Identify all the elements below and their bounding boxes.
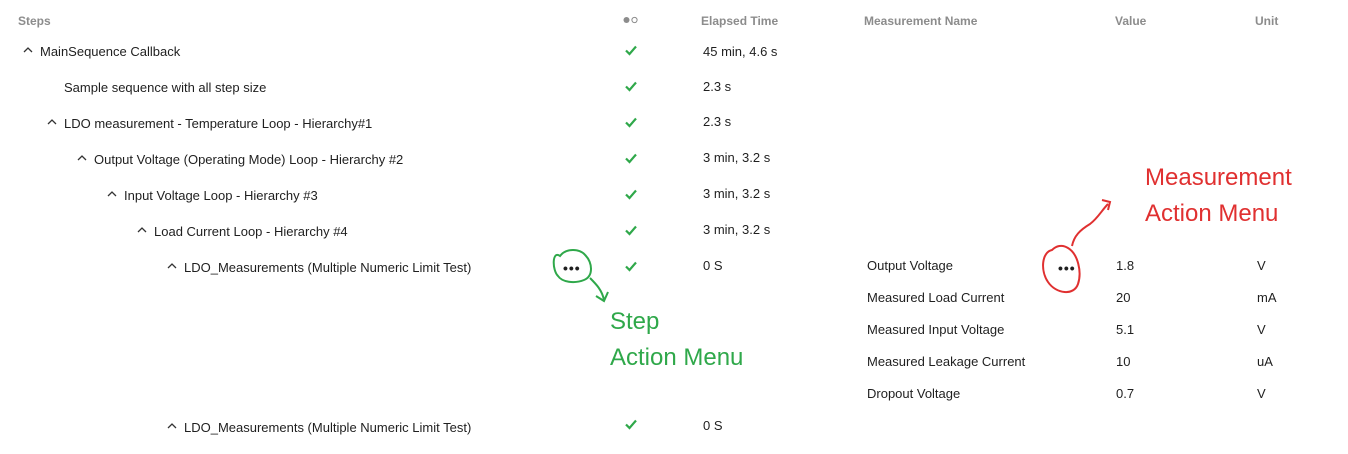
chevron-up-icon[interactable] bbox=[46, 116, 58, 128]
check-icon bbox=[625, 81, 637, 92]
measurement-unit: uA bbox=[1257, 354, 1273, 369]
check-icon bbox=[625, 261, 637, 272]
measurement-name: Dropout Voltage bbox=[867, 386, 961, 401]
measurement-unit: V bbox=[1257, 322, 1266, 337]
measurement-name: Output Voltage bbox=[867, 258, 954, 273]
step-label: LDO_Measurements (Multiple Numeric Limit… bbox=[184, 260, 472, 275]
elapsed-time: 0 S bbox=[703, 418, 723, 433]
step-label: LDO_Measurements (Multiple Numeric Limit… bbox=[184, 420, 472, 435]
check-icon bbox=[625, 153, 637, 164]
chevron-up-icon[interactable] bbox=[136, 224, 148, 236]
measurement-unit: mA bbox=[1257, 290, 1277, 305]
chevron-up-icon[interactable] bbox=[166, 420, 178, 432]
measurement-value: 5.1 bbox=[1116, 322, 1135, 337]
check-icon bbox=[625, 45, 637, 56]
check-icon bbox=[625, 117, 637, 128]
check-icon bbox=[625, 225, 637, 236]
chevron-up-icon[interactable] bbox=[106, 188, 118, 200]
elapsed-time: 3 min, 3.2 s bbox=[703, 150, 771, 165]
measurement-value: 1.8 bbox=[1116, 258, 1135, 273]
measurement-name: Measured Input Voltage bbox=[867, 322, 1005, 337]
annotation-measurement-line1: Measurement bbox=[1145, 164, 1292, 191]
header-unit: Unit bbox=[1255, 14, 1279, 28]
elapsed-time: 2.3 s bbox=[703, 114, 732, 129]
step-label: Load Current Loop - Hierarchy #4 bbox=[154, 224, 348, 239]
step-label: Output Voltage (Operating Mode) Loop - H… bbox=[94, 152, 404, 167]
elapsed-time: 45 min, 4.6 s bbox=[703, 44, 778, 59]
step-menu-arrow bbox=[589, 277, 605, 301]
check-icon bbox=[625, 419, 637, 430]
header-elapsed-time: Elapsed Time bbox=[701, 14, 779, 28]
step-label: LDO measurement - Temperature Loop - Hie… bbox=[64, 116, 373, 131]
elapsed-time: 0 S bbox=[703, 258, 723, 273]
elapsed-time: 2.3 s bbox=[703, 79, 732, 94]
chevron-up-icon[interactable] bbox=[22, 44, 34, 56]
header-measurement-name: Measurement Name bbox=[864, 14, 978, 28]
status-dots-icon bbox=[623, 16, 638, 24]
measurement-menu-arrow bbox=[1071, 203, 1109, 247]
measurement-value: 0.7 bbox=[1116, 386, 1135, 401]
header-value: Value bbox=[1115, 14, 1147, 28]
measurement-value: 20 bbox=[1116, 290, 1131, 305]
step-label: MainSequence Callback bbox=[40, 44, 181, 59]
chevron-up-icon[interactable] bbox=[166, 260, 178, 272]
step-menu-arrowhead bbox=[595, 291, 609, 303]
measurement-name: Measured Load Current bbox=[867, 290, 1005, 305]
step-action-menu-button[interactable]: ••• bbox=[563, 261, 581, 275]
header-steps: Steps bbox=[18, 14, 51, 28]
annotation-measurement-line2: Action Menu bbox=[1145, 200, 1279, 227]
measurement-menu-arrowhead bbox=[1101, 199, 1112, 211]
check-icon bbox=[625, 189, 637, 200]
measurement-value: 10 bbox=[1116, 354, 1131, 369]
step-label: Sample sequence with all step size bbox=[64, 80, 267, 95]
annotation-step-line1: Step bbox=[610, 308, 660, 335]
measurement-name: Measured Leakage Current bbox=[867, 354, 1026, 369]
measurement-action-menu-button[interactable]: ••• bbox=[1058, 261, 1076, 275]
annotation-step-line2: Action Menu bbox=[610, 344, 744, 371]
measurement-unit: V bbox=[1257, 386, 1266, 401]
elapsed-time: 3 min, 3.2 s bbox=[703, 222, 771, 237]
elapsed-time: 3 min, 3.2 s bbox=[703, 186, 771, 201]
measurement-unit: V bbox=[1257, 258, 1266, 273]
step-label: Input Voltage Loop - Hierarchy #3 bbox=[124, 188, 318, 203]
chevron-up-icon[interactable] bbox=[76, 152, 88, 164]
